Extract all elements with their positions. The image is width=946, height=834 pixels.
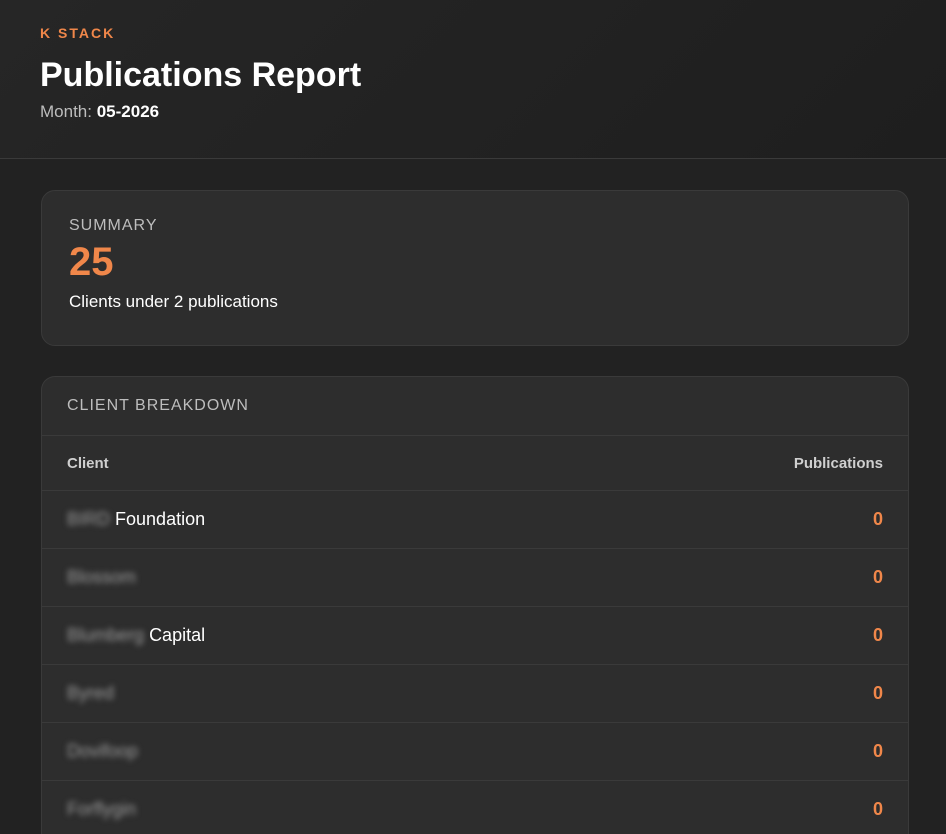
client-name-cell: BIRD Foundation (42, 490, 540, 549)
client-breakdown-card: CLIENT BREAKDOWN Client Publications BIR… (41, 376, 909, 834)
summary-value: 25 (69, 240, 114, 284)
report-header: K STACK Publications Report Month: 05-20… (0, 0, 946, 159)
redacted-client-name: Forflygin (67, 799, 137, 819)
breakdown-title: CLIENT BREAKDOWN (42, 377, 908, 436)
summary-label: SUMMARY (69, 217, 158, 234)
client-breakdown-table: Client Publications BIRD Foundation 0 Bl… (42, 436, 908, 834)
publications-count-cell: 0 (539, 490, 908, 549)
redacted-client-name: Byred (67, 683, 115, 703)
publications-count-cell: 0 (539, 548, 908, 607)
summary-caption: Clients under 2 publications (69, 292, 278, 311)
redacted-client-name: Dovifoop (67, 741, 139, 761)
month-value: 05-2026 (96, 102, 160, 121)
brand-label: K STACK (40, 25, 116, 41)
client-name-cell: Forflygin (42, 780, 540, 834)
month-label: Month: (40, 102, 92, 121)
table-row: Blumberg Capital 0 (42, 606, 908, 665)
redacted-client-name: Blumberg (67, 625, 145, 645)
table-row: BIRD Foundation 0 (42, 490, 908, 549)
column-header-publications: Publications (539, 436, 908, 491)
month-line: Month: 05-2026 (40, 101, 906, 123)
column-header-client: Client (42, 436, 540, 491)
publications-count-cell: 0 (539, 606, 908, 665)
table-header-row: Client Publications (42, 436, 908, 491)
client-name-visible: Foundation (115, 509, 206, 529)
client-name-cell: Byred (42, 664, 540, 723)
report-content: SUMMARY 25 Clients under 2 publications … (0, 159, 946, 834)
redacted-client-name: Blossom (67, 567, 137, 587)
table-row: Byred 0 (42, 664, 908, 723)
page-title: Publications Report (40, 56, 362, 94)
client-name-cell: Blumberg Capital (42, 606, 540, 665)
publications-count-cell: 0 (539, 722, 908, 781)
summary-card: SUMMARY 25 Clients under 2 publications (41, 190, 909, 346)
client-name-cell: Blossom (42, 548, 540, 607)
publications-count-cell: 0 (539, 664, 908, 723)
report-page: K STACK Publications Report Month: 05-20… (0, 0, 946, 834)
publications-count-cell: 0 (539, 780, 908, 834)
table-row: Dovifoop 0 (42, 722, 908, 781)
client-name-visible: Capital (149, 625, 206, 645)
table-row: Forflygin 0 (42, 780, 908, 834)
table-row: Blossom 0 (42, 548, 908, 607)
client-name-cell: Dovifoop (42, 722, 540, 781)
redacted-client-name: BIRD (67, 509, 111, 529)
